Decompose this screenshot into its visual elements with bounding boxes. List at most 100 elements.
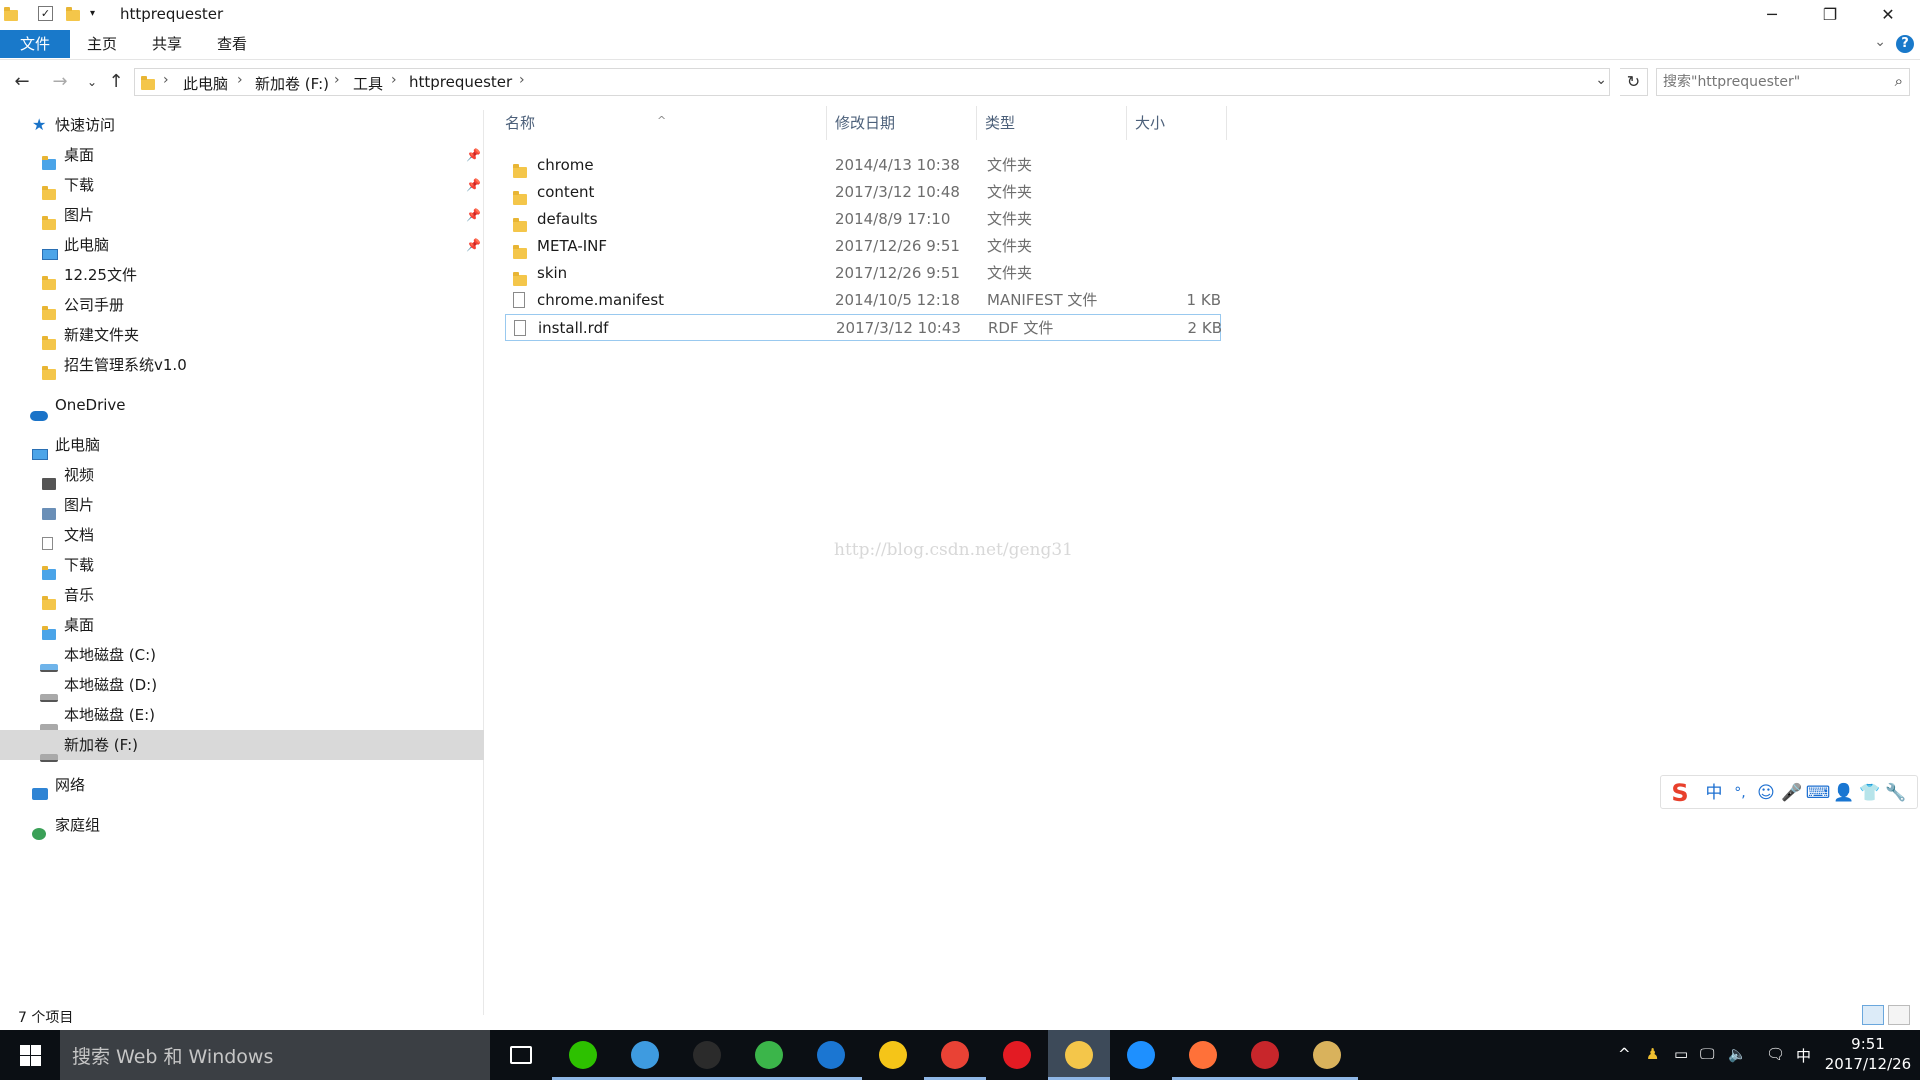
close-button[interactable]: ✕: [1859, 0, 1917, 30]
app-document-icon[interactable]: [1234, 1030, 1296, 1080]
nav-quick-pictures[interactable]: 图片 📌: [0, 200, 484, 230]
file-row[interactable]: skin 2017/12/26 9:51 文件夹: [505, 260, 1221, 287]
details-view-icon[interactable]: [1862, 1005, 1884, 1025]
help-icon[interactable]: ?: [1896, 35, 1914, 53]
chevron-right-icon[interactable]: ›: [237, 72, 243, 88]
nav-pc-music[interactable]: 音乐: [0, 580, 484, 610]
file-row[interactable]: chrome.manifest 2014/10/5 12:18 MANIFEST 文…: [505, 287, 1221, 314]
nav-drive-c[interactable]: 本地磁盘 (C:): [0, 640, 484, 672]
nav-drive-e[interactable]: 本地磁盘 (E:): [0, 700, 484, 732]
firefox-icon[interactable]: [1172, 1030, 1234, 1080]
skin-shirt-icon[interactable]: 👕: [1857, 780, 1883, 806]
nav-onedrive[interactable]: OneDrive: [0, 390, 484, 421]
sogou-tray-icon[interactable]: ♟: [1646, 1045, 1659, 1063]
column-header-size[interactable]: 大小: [1127, 106, 1227, 140]
browser-360-green-icon[interactable]: [738, 1030, 800, 1080]
forward-arrow-icon[interactable]: →: [48, 70, 72, 94]
search-icon[interactable]: ⌕: [1895, 72, 1903, 90]
chevron-up-icon[interactable]: ^: [1618, 1045, 1631, 1063]
back-arrow-icon[interactable]: ←: [10, 70, 34, 94]
nav-pc-videos[interactable]: 视频: [0, 460, 484, 490]
column-header-type[interactable]: 类型: [977, 106, 1127, 140]
breadcrumb-tools[interactable]: 工具: [353, 73, 383, 94]
terminal-icon[interactable]: [676, 1030, 738, 1080]
browser-360-icon[interactable]: [614, 1030, 676, 1080]
column-header-name[interactable]: 名称 ^: [497, 106, 827, 140]
nav-pc-pictures[interactable]: 图片: [0, 490, 484, 520]
nav-this-pc[interactable]: 此电脑: [0, 430, 484, 460]
paint-icon[interactable]: [1296, 1030, 1358, 1080]
pin-icon[interactable]: 📌: [466, 200, 481, 230]
nav-quick-new-folder[interactable]: 新建文件夹: [0, 320, 484, 350]
emoji-icon[interactable]: ☺: [1753, 780, 1779, 806]
properties-checkbox-icon[interactable]: ✓: [38, 6, 53, 21]
tab-file[interactable]: 文件: [0, 30, 70, 58]
nav-quick-admissions[interactable]: 招生管理系统v1.0: [0, 350, 484, 380]
wechat-icon[interactable]: [552, 1030, 614, 1080]
nav-homegroup[interactable]: 家庭组: [0, 810, 484, 840]
file-row[interactable]: defaults 2014/8/9 17:10 文件夹: [505, 206, 1221, 233]
pin-icon[interactable]: 📌: [466, 230, 481, 260]
search-box[interactable]: ⌕: [1656, 68, 1910, 96]
nav-quick-1225[interactable]: 12.25文件: [0, 260, 484, 290]
user-icon[interactable]: 👤: [1831, 780, 1857, 806]
tab-share[interactable]: 共享: [143, 30, 191, 58]
minimize-button[interactable]: ─: [1743, 0, 1801, 30]
task-view-icon[interactable]: [490, 1030, 552, 1080]
restore-button[interactable]: ❐: [1801, 0, 1859, 30]
pin-icon[interactable]: 📌: [466, 140, 481, 170]
breadcrumb-httprequester[interactable]: httprequester: [409, 73, 512, 91]
nav-pc-documents[interactable]: 文档: [0, 520, 484, 550]
up-arrow-icon[interactable]: ↑: [104, 70, 128, 94]
new-folder-icon[interactable]: [66, 7, 80, 21]
address-bar[interactable]: › 此电脑 › 新加卷 (F:) › 工具 › httprequester › …: [134, 68, 1610, 96]
recent-locations-chevron-icon[interactable]: ⌄: [80, 70, 104, 94]
nav-quick-desktop[interactable]: 桌面 📌: [0, 140, 484, 170]
quick-access-dropdown-icon[interactable]: ▾: [90, 8, 104, 22]
nav-network[interactable]: 网络: [0, 770, 484, 800]
nav-quick-handbook[interactable]: 公司手册: [0, 290, 484, 320]
breadcrumb-drive-f[interactable]: 新加卷 (F:): [255, 73, 329, 94]
chevron-right-icon[interactable]: ›: [163, 72, 169, 88]
app-red-icon[interactable]: [986, 1030, 1048, 1080]
tab-home[interactable]: 主页: [78, 30, 126, 58]
nav-quick-access[interactable]: ★ 快速访问: [0, 110, 484, 140]
chevron-right-icon[interactable]: ›: [391, 72, 397, 88]
pin-icon[interactable]: 📌: [466, 170, 481, 200]
notifications-icon[interactable]: 🗨: [1766, 1045, 1785, 1063]
file-row[interactable]: chrome 2014/4/13 10:38 文件夹: [505, 152, 1221, 179]
nav-pc-desktop[interactable]: 桌面: [0, 610, 484, 640]
nav-drive-d[interactable]: 本地磁盘 (D:): [0, 670, 484, 702]
intellij-icon[interactable]: [800, 1030, 862, 1080]
chevron-down-icon[interactable]: ⌄: [1874, 34, 1886, 50]
nav-pc-downloads[interactable]: 下载: [0, 550, 484, 580]
ime-punctuation-toggle[interactable]: °,: [1727, 780, 1753, 806]
search-input[interactable]: [1663, 72, 1873, 92]
keyboard-icon[interactable]: ⌨: [1805, 780, 1831, 806]
chrome-icon[interactable]: [924, 1030, 986, 1080]
tab-view[interactable]: 查看: [208, 30, 256, 58]
address-dropdown-icon[interactable]: ⌄: [1595, 72, 1607, 88]
volume-icon[interactable]: 🔈: [1728, 1045, 1747, 1063]
battery-icon[interactable]: ▭: [1674, 1045, 1688, 1063]
large-icons-view-icon[interactable]: [1888, 1005, 1910, 1025]
chevron-right-icon[interactable]: ›: [334, 72, 340, 88]
column-header-date[interactable]: 修改日期: [827, 106, 977, 140]
clock[interactable]: 9:51 2017/12/26: [1818, 1034, 1918, 1074]
sogou-logo-icon[interactable]: S: [1663, 780, 1697, 806]
chat-app-icon[interactable]: [862, 1030, 924, 1080]
ime-indicator[interactable]: 中: [1796, 1045, 1811, 1066]
taskbar-search-box[interactable]: 搜索 Web 和 Windows: [60, 1030, 490, 1080]
file-explorer-icon[interactable]: [1048, 1030, 1110, 1080]
file-row[interactable]: content 2017/3/12 10:48 文件夹: [505, 179, 1221, 206]
file-row[interactable]: install.rdf 2017/3/12 10:43 RDF 文件 2 KB: [505, 314, 1222, 341]
nav-drive-f[interactable]: 新加卷 (F:): [0, 730, 484, 762]
network-tray-icon[interactable]: 🖵: [1700, 1045, 1714, 1063]
nav-quick-downloads[interactable]: 下载 📌: [0, 170, 484, 200]
microphone-icon[interactable]: 🎤: [1779, 780, 1805, 806]
edge-icon[interactable]: [1110, 1030, 1172, 1080]
ime-mode-toggle[interactable]: 中: [1701, 780, 1727, 806]
breadcrumb-this-pc[interactable]: 此电脑: [183, 73, 228, 94]
wrench-icon[interactable]: 🔧: [1883, 780, 1909, 806]
chevron-right-icon[interactable]: ›: [519, 72, 525, 88]
